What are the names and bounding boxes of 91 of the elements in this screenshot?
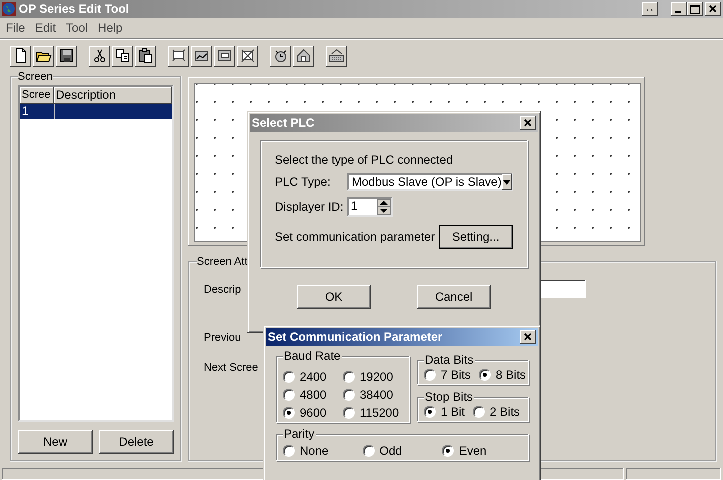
radio-option[interactable]: 19200 [343,369,403,384]
toolbar-button[interactable] [214,46,235,66]
radio-button[interactable] [283,388,295,400]
radio-button[interactable] [362,444,375,456]
close-button[interactable] [520,330,536,344]
minimize-button[interactable] [671,2,687,16]
radio-button[interactable] [442,444,454,456]
dialog-title: Set Communication Parameter [268,330,444,344]
radio-option[interactable]: None [283,443,363,458]
field-label: Next Scree [204,361,258,376]
window-title: OP Series Edit Tool [19,2,130,16]
field-label: Displayer ID: [275,200,345,214]
radio-option[interactable]: 8 Bits [479,367,526,382]
house-icon [296,48,312,64]
group-title: Screen Att [197,256,248,268]
radio-button[interactable] [283,406,295,418]
close-icon [523,118,533,128]
id-spin-field[interactable]: 1 [347,197,393,217]
radio-button[interactable] [424,368,436,380]
radio-button[interactable] [424,406,436,418]
toolbar-button[interactable] [326,46,347,66]
close-button[interactable] [705,2,721,16]
radio-option[interactable]: 7 Bits [424,367,472,382]
radio-option[interactable]: 9600 [283,405,343,420]
description-field[interactable] [540,280,586,298]
radio-button[interactable] [343,406,355,418]
group-title: Screen [18,71,53,83]
toolbar-button[interactable] [168,46,189,66]
prompt-text: Select the type of PLC connected [275,153,454,167]
radio-option[interactable]: 2 Bits [473,404,520,419]
toolbar-button[interactable] [89,46,110,66]
maximize-button[interactable] [687,2,703,16]
column-header[interactable]: Scree [20,87,54,104]
field-label: Previou [204,331,242,346]
radio-button[interactable] [343,388,355,400]
toolbar-button[interactable] [293,46,314,66]
dialog-title: Select PLC [252,116,316,130]
radio-option[interactable]: 4800 [283,387,343,402]
menu-item[interactable]: Tool [62,21,92,35]
radio-button[interactable] [343,370,355,382]
menu-item[interactable]: Help [94,21,127,35]
menu-item[interactable]: File [2,21,30,35]
dropdown-arrow-icon [502,180,511,184]
toolbar-button[interactable] [191,46,212,66]
toolbar-button[interactable] [56,46,77,66]
toolbar-button[interactable] [112,46,133,66]
scissors-icon [92,48,108,64]
alarm-clock-icon [272,48,288,64]
dialog-button[interactable]: OK [297,285,371,309]
globe-icon [2,2,16,16]
radio-option[interactable]: 1 Bit [424,404,466,419]
floppy-icon [58,48,74,64]
toolbar-button[interactable] [135,46,156,66]
list-row[interactable]: 1 [20,104,172,119]
toolbar-button[interactable] [33,46,54,66]
maximize-icon [690,4,700,14]
group-title: Baud Rate [283,350,342,362]
group-title: Stop Bits [424,391,474,403]
radio-button[interactable] [473,406,486,418]
dialog-button[interactable]: Cancel [417,285,491,309]
menu-item[interactable]: Edit [31,21,60,35]
setting-button[interactable]: Setting... [439,225,513,249]
close-icon [708,4,718,14]
radio-button[interactable] [479,368,492,380]
close-icon [523,332,533,342]
radio-option[interactable]: 38400 [343,387,403,402]
field-label: Descrip [204,283,242,298]
window-icon [216,48,232,64]
radio-button[interactable] [283,444,295,456]
toolbar-button[interactable] [270,46,291,66]
radio-option[interactable]: 2400 [283,369,343,384]
radio-button[interactable] [283,370,295,382]
group-title: Parity [283,428,316,440]
column-header[interactable]: Description [54,87,172,104]
plc-type-dropdown[interactable]: Modbus Slave (OP is Slave) [347,173,513,191]
list-button[interactable]: New [18,430,93,454]
paste-icon [138,48,154,64]
resize-button[interactable]: ↔ [642,2,658,16]
copy-icon [114,48,130,64]
toolbar-button[interactable] [10,46,31,66]
toolbar-button[interactable] [237,46,258,66]
monitor-icon [170,48,186,64]
field-label: PLC Type: [275,175,332,189]
radio-option[interactable]: 115200 [343,405,403,420]
monitor-cross-icon [240,48,256,64]
group-title: Data Bits [424,354,475,366]
close-button[interactable] [520,116,536,130]
list-button[interactable]: Delete [99,430,174,454]
field-label: Set communication parameter [275,230,436,244]
spinner-icon [377,199,391,215]
keyboard-icon [328,48,344,64]
